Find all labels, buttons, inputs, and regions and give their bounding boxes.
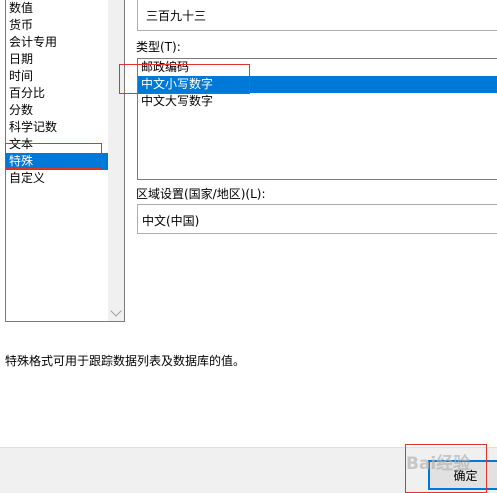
category-item[interactable]: 百分比 [6,85,110,102]
category-item[interactable]: 特殊 [6,153,110,170]
type-item[interactable]: 邮政编码 [138,59,497,76]
category-item[interactable]: 科学记数 [6,119,110,136]
category-item[interactable]: 时间 [6,68,110,85]
category-item[interactable]: 货币 [6,17,110,34]
category-item[interactable]: 会计专用 [6,34,110,51]
category-item[interactable]: 分数 [6,102,110,119]
sample-value: 三百九十三 [146,9,207,23]
category-item[interactable]: 日期 [6,51,110,68]
category-scrollbar[interactable] [108,0,124,321]
chevron-down-icon[interactable] [110,305,122,317]
type-item[interactable]: 中文大写数字 [138,93,497,110]
type-item[interactable]: 中文小写数字 [138,76,497,93]
category-item[interactable]: 自定义 [6,170,110,187]
locale-label: 区域设置(国家/地区)(L): [136,187,266,201]
category-item[interactable]: 文本 [6,136,110,153]
locale-value: 中文(中国) [142,214,200,228]
type-list[interactable]: 邮政编码 中文小写数字 中文大写数字 [137,58,497,180]
watermark: Bai经验 [406,454,471,474]
category-list[interactable]: 数值 货币 会计专用 日期 时间 百分比 分数 科学记数 文本 特殊 自定义 [5,0,125,322]
locale-select[interactable]: 中文(中国) [137,204,497,234]
sample-box: 三百九十三 [137,0,497,31]
category-item[interactable]: 数值 [6,0,110,17]
type-label: 类型(T): [136,40,181,54]
category-items: 数值 货币 会计专用 日期 时间 百分比 分数 科学记数 文本 特殊 自定义 [6,0,110,187]
description-text: 特殊格式可用于跟踪数据列表及数据库的值。 [5,354,246,368]
